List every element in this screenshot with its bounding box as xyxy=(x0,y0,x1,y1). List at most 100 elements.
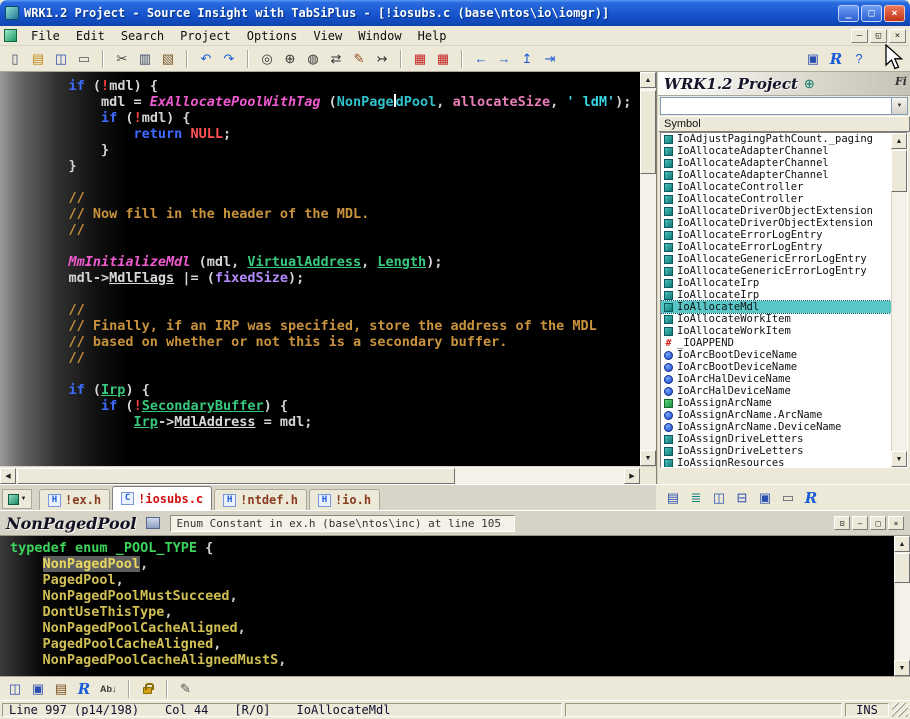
context-code[interactable]: typedef enum _POOL_TYPE { NonPagedPool, … xyxy=(0,536,910,676)
go-back-icon[interactable]: ← xyxy=(472,50,490,68)
context-window-icon[interactable]: ▭ xyxy=(779,489,797,507)
lock-context-icon[interactable] xyxy=(139,680,157,698)
symbol-list-item[interactable]: #_IOAPPEND xyxy=(661,337,891,349)
scroll-up-button[interactable]: ▲ xyxy=(894,536,910,552)
copy-icon[interactable]: ▥ xyxy=(136,50,154,68)
child-window-icon[interactable] xyxy=(4,29,17,42)
menu-project[interactable]: Project xyxy=(172,27,239,45)
cut-icon[interactable]: ✂ xyxy=(113,50,131,68)
symbol-list-item[interactable]: IoAssignArcName.DeviceName xyxy=(661,421,891,433)
mdi-minimize-button[interactable]: – xyxy=(851,29,868,43)
symbol-list-item[interactable]: IoAllocateErrorLogEntry xyxy=(661,241,891,253)
symbol-list-item[interactable]: IoAllocateAdapterChannel xyxy=(661,145,891,157)
code-editor[interactable]: if (!mdl) { mdl = ExAllocatePoolWithTag … xyxy=(0,72,640,466)
bookmark-all-icon[interactable]: ▦ xyxy=(434,50,452,68)
split-horizontal-icon[interactable]: ⊟ xyxy=(733,489,751,507)
symbol-list-item[interactable]: IoArcHalDeviceName xyxy=(661,385,891,397)
symbol-list-item[interactable]: IoAllocateWorkItem xyxy=(661,325,891,337)
relation-window-icon[interactable]: R xyxy=(827,50,845,68)
dropdown-button[interactable]: ▼ xyxy=(891,98,907,114)
scroll-down-button[interactable]: ▼ xyxy=(894,660,910,676)
symbol-window-icon[interactable]: ≣ xyxy=(687,489,705,507)
menu-help[interactable]: Help xyxy=(410,27,455,45)
scroll-down-button[interactable]: ▼ xyxy=(640,450,656,466)
docked-tab-label[interactable]: Fi xyxy=(895,75,907,88)
dock-icon[interactable]: ⊡ xyxy=(834,516,850,530)
goto-line-icon[interactable]: ⇥ xyxy=(541,50,559,68)
file-tab[interactable]: C!iosubs.c xyxy=(112,486,212,510)
symbol-column-header[interactable]: Symbol xyxy=(658,116,910,132)
find-in-files-icon[interactable]: ⊕ xyxy=(281,50,299,68)
menu-edit[interactable]: Edit xyxy=(68,27,113,45)
jump-caller-icon[interactable]: ↥ xyxy=(518,50,536,68)
mdi-restore-button[interactable]: ◱ xyxy=(870,29,887,43)
sort-symbols-icon[interactable]: Ab↓ xyxy=(98,680,119,698)
new-file-icon[interactable]: ▯ xyxy=(6,50,24,68)
symbol-list-item[interactable]: IoAllocateErrorLogEntry xyxy=(661,229,891,241)
menu-search[interactable]: Search xyxy=(113,27,172,45)
redo-icon[interactable]: ↷ xyxy=(220,50,238,68)
symbol-list-item[interactable]: IoAllocateGenericErrorLogEntry xyxy=(661,265,891,277)
edit-source-icon[interactable]: ✎ xyxy=(177,680,195,698)
symbol-list-item[interactable]: IoAllocateIrp xyxy=(661,289,891,301)
tab-list-dropdown[interactable]: ▼ xyxy=(2,489,32,509)
editor-vscrollbar-thumb[interactable] xyxy=(640,90,656,174)
file-tab[interactable]: H!ex.h xyxy=(39,489,110,510)
menu-file[interactable]: File xyxy=(23,27,68,45)
split-window-icon[interactable]: ◫ xyxy=(6,680,24,698)
symbol-scrollbar-thumb[interactable] xyxy=(891,150,907,192)
symbol-list-item[interactable]: IoArcBootDeviceName xyxy=(661,361,891,373)
symbol-list-item[interactable]: IoAllocateAdapterChannel xyxy=(661,169,891,181)
split-vertical-icon[interactable]: ◫ xyxy=(710,489,728,507)
maximize-icon[interactable]: □ xyxy=(870,516,886,530)
menu-options[interactable]: Options xyxy=(239,27,306,45)
xref-icon[interactable]: ↣ xyxy=(373,50,391,68)
symbol-list-item[interactable]: IoAllocateDriverObjectExtension xyxy=(661,217,891,229)
find-previous-icon[interactable]: ◍ xyxy=(304,50,322,68)
undo-icon[interactable]: ↶ xyxy=(197,50,215,68)
relation-window-icon[interactable]: R xyxy=(75,680,93,698)
symbol-list-item[interactable]: IoArcBootDeviceName xyxy=(661,349,891,361)
scroll-up-button[interactable]: ▲ xyxy=(891,133,907,149)
symbol-list-scrollbar[interactable]: ▲ ▼ xyxy=(891,133,907,467)
minimize-icon[interactable]: – xyxy=(852,516,868,530)
symbol-list-item[interactable]: IoAssignDriveLetters xyxy=(661,445,891,457)
scroll-down-button[interactable]: ▼ xyxy=(891,451,907,467)
relation-window-icon[interactable]: R xyxy=(802,489,820,507)
new-window-icon[interactable]: ▣ xyxy=(756,489,774,507)
clone-window-icon[interactable]: ▣ xyxy=(29,680,47,698)
symbol-list-item[interactable]: IoAssignArcName xyxy=(661,397,891,409)
symbol-list-item[interactable]: IoAllocateController xyxy=(661,193,891,205)
editor-vertical-scrollbar[interactable]: ▲ ▼ xyxy=(640,72,656,466)
symbol-list-item[interactable]: IoArcHalDeviceName xyxy=(661,373,891,385)
highlight-word-icon[interactable]: ✎ xyxy=(350,50,368,68)
symbol-list-item[interactable]: IoAllocateDriverObjectExtension xyxy=(661,205,891,217)
symbol-list-item[interactable]: IoAssignArcName.ArcName xyxy=(661,409,891,421)
close-button[interactable]: × xyxy=(884,5,905,22)
resize-grip[interactable] xyxy=(892,703,908,717)
maximize-button[interactable]: □ xyxy=(861,5,882,22)
symbol-list-item[interactable]: IoAllocateAdapterChannel xyxy=(661,157,891,169)
symbol-search-input[interactable] xyxy=(661,98,891,114)
menu-view[interactable]: View xyxy=(305,27,350,45)
symbol-list-item[interactable]: IoAllocateController xyxy=(661,181,891,193)
close-icon[interactable]: × xyxy=(888,516,904,530)
go-forward-icon[interactable]: → xyxy=(495,50,513,68)
minimize-button[interactable]: _ xyxy=(838,5,859,22)
file-tab[interactable]: H!ntdef.h xyxy=(214,489,307,510)
paste-icon[interactable]: ▧ xyxy=(159,50,177,68)
editor-horizontal-scrollbar[interactable]: ◀ ▶ xyxy=(0,466,656,484)
symbol-list-item[interactable]: IoAdjustPagingPathCount._paging xyxy=(661,133,891,145)
browse-project-icon[interactable]: ▤ xyxy=(52,680,70,698)
find-icon[interactable]: ◎ xyxy=(258,50,276,68)
open-file-icon[interactable]: ▤ xyxy=(29,50,47,68)
symbol-list-item[interactable]: IoAssignDriveLetters xyxy=(661,433,891,445)
save-icon[interactable]: ◫ xyxy=(52,50,70,68)
symbol-list[interactable]: IoAdjustPagingPathCount._pagingIoAllocat… xyxy=(660,132,908,468)
mdi-close-button[interactable]: × xyxy=(889,29,906,43)
symbol-list-item[interactable]: IoAllocateWorkItem xyxy=(661,313,891,325)
menu-window[interactable]: Window xyxy=(350,27,409,45)
editor-hscrollbar-thumb[interactable] xyxy=(17,468,455,484)
file-tab[interactable]: H!io.h xyxy=(309,489,380,510)
bookmark-icon[interactable]: ▦ xyxy=(411,50,429,68)
